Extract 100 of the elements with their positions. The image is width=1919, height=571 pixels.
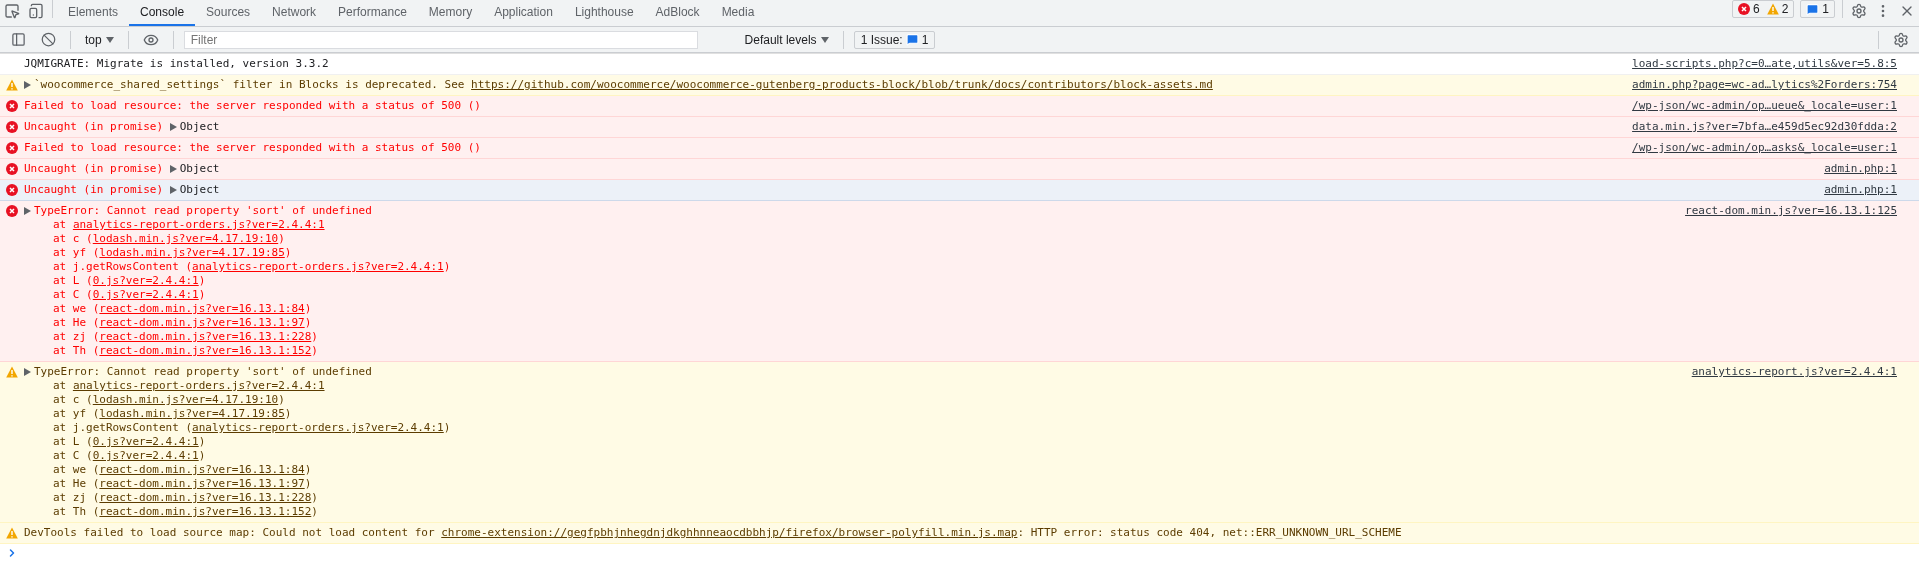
message-icon	[1806, 2, 1820, 16]
source-link[interactable]: load-scripts.php?c=0…ate,utils&ver=5.8:5	[1632, 57, 1897, 71]
source-link[interactable]: data.min.js?ver=7bfa…e459d5ec92d30fdda:2	[1632, 120, 1897, 134]
stack-frame-link[interactable]: 0.js?ver=2.4.4:1	[92, 449, 199, 462]
source-link[interactable]: admin.php:1	[1824, 183, 1897, 197]
source-link[interactable]: admin.php?page=wc-ad…lytics%2Forders:754	[1632, 78, 1897, 92]
stack-frame: at Th (react-dom.min.js?ver=16.13.1:152)	[24, 505, 1672, 519]
stack-frame-link[interactable]: lodash.min.js?ver=4.17.19:85	[99, 246, 285, 259]
error-icon	[6, 163, 18, 175]
stack-frame-link[interactable]: react-dom.min.js?ver=16.13.1:84	[99, 302, 305, 315]
stack-frame: at we (react-dom.min.js?ver=16.13.1:84)	[24, 302, 1666, 316]
stack-frame: at yf (lodash.min.js?ver=4.17.19:85)	[24, 407, 1672, 421]
stack-frame: at Th (react-dom.min.js?ver=16.13.1:152)	[24, 344, 1666, 358]
stack-frame: at analytics-report-orders.js?ver=2.4.4:1	[24, 379, 1672, 393]
warning-count: 2	[1781, 2, 1789, 16]
panel-tab[interactable]: AdBlock	[644, 0, 711, 26]
panel-tab[interactable]: Performance	[327, 0, 418, 26]
expand-triangle-icon[interactable]	[24, 368, 31, 376]
message-link[interactable]: https://github.com/woocommerce/woocommerce-gutenberg-products-block/blob/trunk/docs/contributors/block-assets.md	[471, 78, 1213, 91]
stack-frame: at yf (lodash.min.js?ver=4.17.19:85)	[24, 246, 1666, 260]
expand-triangle-icon[interactable]	[24, 81, 31, 89]
stack-frame-link[interactable]: react-dom.min.js?ver=16.13.1:152	[99, 505, 312, 518]
stack-frame-link[interactable]: lodash.min.js?ver=4.17.19:85	[99, 407, 285, 420]
message-icon	[905, 33, 919, 46]
stack-frame-link[interactable]: lodash.min.js?ver=4.17.19:10	[92, 393, 279, 406]
stack-frame-link[interactable]: analytics-report-orders.js?ver=2.4.4:1	[72, 379, 325, 392]
stack-frame-link[interactable]: 0.js?ver=2.4.4:1	[92, 435, 199, 448]
expand-triangle-icon[interactable]	[169, 186, 177, 194]
stack-frame-link[interactable]: 0.js?ver=2.4.4:1	[92, 274, 199, 287]
stack-frame: at C (0.js?ver=2.4.4:1)	[24, 288, 1666, 302]
stack-frame: at L (0.js?ver=2.4.4:1)	[24, 435, 1672, 449]
stack-frame-link[interactable]: react-dom.min.js?ver=16.13.1:97	[99, 477, 305, 490]
stack-frame: at we (react-dom.min.js?ver=16.13.1:84)	[24, 463, 1672, 477]
source-link[interactable]: analytics-report.js?ver=2.4.4:1	[1691, 365, 1897, 379]
stack-frame: at L (0.js?ver=2.4.4:1)	[24, 274, 1666, 288]
message-text: Failed to load resource: the server responded with a status of 500 ()	[24, 99, 481, 113]
source-link[interactable]: admin.php:1	[1824, 162, 1897, 176]
stack-frame-link[interactable]: react-dom.min.js?ver=16.13.1:228	[99, 491, 312, 504]
error-icon	[6, 205, 18, 217]
expand-triangle-icon[interactable]	[169, 165, 177, 173]
error-icon	[6, 184, 18, 196]
stack-frame-link[interactable]: analytics-report-orders.js?ver=2.4.4:1	[192, 421, 444, 434]
source-link[interactable]: react-dom.min.js?ver=16.13.1:125	[1685, 204, 1897, 218]
issues-button[interactable]: 1 Issue: 1	[853, 30, 936, 49]
object-label[interactable]: Object	[179, 162, 220, 176]
stack-frame: at He (react-dom.min.js?ver=16.13.1:97)	[24, 477, 1672, 491]
panel-tab[interactable]: Media	[710, 0, 766, 26]
panel-tab[interactable]: Memory	[417, 0, 484, 26]
stack-frame: at He (react-dom.min.js?ver=16.13.1:97)	[24, 316, 1666, 330]
stack-frame-link[interactable]: react-dom.min.js?ver=16.13.1:152	[99, 344, 312, 357]
message-text: DevTools failed to load source map: Could not load content for chrome-extension://gegfpbhjnhegdnjdkghhnneaocdbbhjp/firefox/browser-polyfill.min.js.map: HTTP error: status code 404, net::ERR_UNKNOWN_URL_SCHEME	[24, 526, 1402, 540]
stack-frame-link[interactable]: analytics-report-orders.js?ver=2.4.4:1	[72, 218, 325, 231]
stack-frame-link[interactable]: react-dom.min.js?ver=16.13.1:97	[99, 316, 305, 329]
stack-frame: at zj (react-dom.min.js?ver=16.13.1:228)	[24, 330, 1666, 344]
panel-tab[interactable]: Elements	[57, 0, 130, 26]
source-link[interactable]: /wp-json/wc-admin/op…ueue&_locale=user:1	[1632, 99, 1897, 113]
panel-tab[interactable]: Sources	[195, 0, 262, 26]
stack-frame-link[interactable]: react-dom.min.js?ver=16.13.1:84	[99, 463, 305, 476]
panel-tab[interactable]: Application	[483, 0, 564, 26]
error-icon	[6, 121, 18, 133]
message-text: Failed to load resource: the server responded with a status of 500 ()	[24, 141, 481, 155]
object-label[interactable]: Object	[179, 183, 220, 197]
error-icon	[1737, 3, 1750, 15]
stack-frame: at j.getRowsContent (analytics-report-orders.js?ver=2.4.4:1)	[24, 260, 1666, 274]
caret-icon	[820, 36, 829, 43]
panel-tab[interactable]: Lighthouse	[563, 0, 645, 26]
message-text: Uncaught (in promise)	[24, 162, 165, 176]
message-text: TypeError: Cannot read property 'sort' of undefined	[34, 365, 372, 379]
expand-triangle-icon[interactable]	[24, 207, 31, 215]
stack-frame: at j.getRowsContent (analytics-report-orders.js?ver=2.4.4:1)	[24, 421, 1672, 435]
object-label[interactable]: Object	[179, 120, 220, 134]
context-select[interactable]: top	[81, 29, 118, 50]
panel-tab[interactable]: Network	[261, 0, 328, 26]
source-link[interactable]: /wp-json/wc-admin/op…asks&_locale=user:1	[1632, 141, 1897, 155]
warning-icon	[1766, 3, 1779, 15]
stack-frame-link[interactable]: react-dom.min.js?ver=16.13.1:228	[99, 330, 312, 343]
message-count: 1	[1822, 2, 1829, 16]
message-text: Uncaught (in promise)	[24, 120, 165, 134]
message-text: JQMIGRATE: Migrate is installed, version 3.3.2	[24, 57, 329, 71]
stack-frame-link[interactable]: lodash.min.js?ver=4.17.19:10	[92, 232, 279, 245]
error-warning-counter[interactable]: 6 2	[1731, 0, 1795, 18]
stack-frame: at C (0.js?ver=2.4.4:1)	[24, 449, 1672, 463]
message-text: Uncaught (in promise)	[24, 183, 165, 197]
message-text: TypeError: Cannot read property 'sort' of undefined	[34, 204, 372, 218]
warning-icon	[6, 527, 18, 539]
error-count: 6	[1752, 2, 1760, 16]
stack-frame-link[interactable]: analytics-report-orders.js?ver=2.4.4:1	[192, 260, 444, 273]
message-text: `woocommerce_shared_settings` filter in Blocks is deprecated. See https://github.com/woocommerce/woocommerce-gutenberg-products-block/blob/trunk/docs/contributors/block-assets.md	[34, 78, 1213, 92]
message-counter[interactable]: 1	[1800, 0, 1835, 18]
stack-frame-link[interactable]: 0.js?ver=2.4.4:1	[92, 288, 199, 301]
stack-frame: at c (lodash.min.js?ver=4.17.19:10)	[24, 393, 1672, 407]
stack-frame: at analytics-report-orders.js?ver=2.4.4:1	[24, 218, 1666, 232]
expand-triangle-icon[interactable]	[169, 123, 177, 131]
log-levels-select[interactable]: Default levels	[740, 29, 833, 50]
filter-field[interactable]: Filter	[183, 30, 698, 49]
warning-icon	[6, 79, 18, 91]
message-link[interactable]: chrome-extension://gegfpbhjnhegdnjdkghhnneaocdbbhjp/firefox/browser-polyfill.min.js.map	[441, 526, 1018, 539]
error-icon	[6, 100, 18, 112]
warning-icon	[6, 366, 18, 378]
stack-frame: at zj (react-dom.min.js?ver=16.13.1:228)	[24, 491, 1672, 505]
